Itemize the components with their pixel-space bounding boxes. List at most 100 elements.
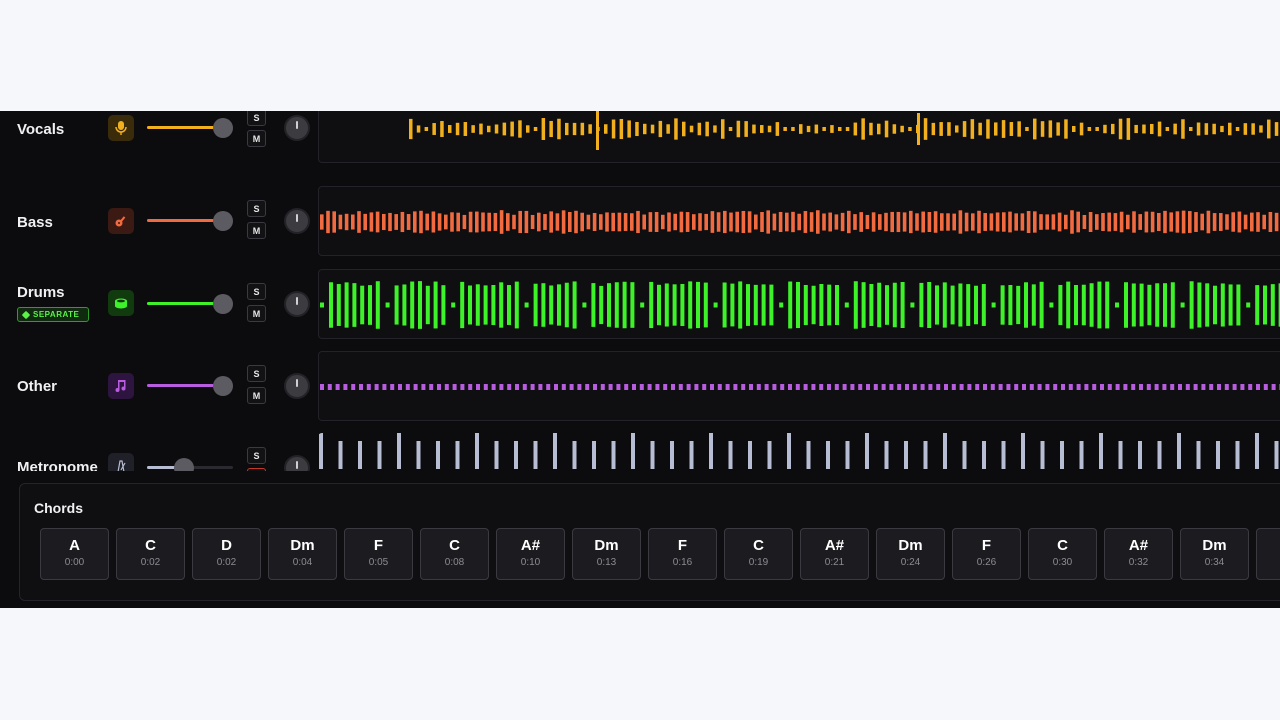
waveform-bar (970, 119, 975, 139)
chord-chip[interactable]: A 0:00 (40, 528, 109, 580)
pan-knob[interactable] (284, 208, 310, 234)
chord-chip[interactable]: Dm 0:34 (1180, 528, 1249, 580)
waveform-lane[interactable] (318, 269, 1280, 339)
solo-button[interactable]: S (247, 283, 266, 300)
waveform-bar (741, 384, 746, 390)
mute-button[interactable] (247, 468, 266, 471)
chord-chip[interactable]: C 0:30 (1028, 528, 1097, 580)
volume-slider[interactable] (147, 458, 233, 471)
waveform-bar (890, 211, 894, 233)
waveform-bar (835, 285, 839, 325)
waveform-bar (385, 302, 390, 308)
volume-knob[interactable] (213, 118, 233, 138)
solo-button[interactable]: S (247, 200, 266, 217)
waveform-bar (642, 214, 646, 230)
pan-knob[interactable] (284, 291, 310, 317)
waveform-bar (679, 211, 684, 233)
waveform-bar (819, 284, 824, 326)
solo-button[interactable]: S (247, 447, 266, 464)
chord-chip[interactable]: F 0:26 (952, 528, 1021, 580)
waveform-bar (1196, 441, 1201, 469)
waveform-bar (338, 441, 343, 469)
chord-chip[interactable]: C 0:19 (724, 528, 793, 580)
solo-button[interactable]: S (247, 365, 266, 382)
chord-time: 0:02 (140, 557, 161, 568)
waveform-bar (320, 302, 324, 308)
waveform (320, 384, 1280, 390)
waveform-bar (705, 121, 709, 137)
waveform-bar (1246, 302, 1251, 308)
waveform-bar (869, 283, 874, 327)
chord-chip[interactable]: C 0:02 (116, 528, 185, 580)
pan-knob[interactable] (284, 115, 310, 141)
volume-slider[interactable] (147, 376, 233, 396)
waveform-bar (413, 384, 418, 390)
waveform-bar (834, 384, 839, 390)
waveform-bar (352, 283, 357, 327)
chord-name: F (677, 537, 688, 554)
waveform-bar (1240, 384, 1245, 390)
waveform-bar (1099, 433, 1103, 469)
mute-button[interactable]: M (247, 222, 266, 239)
waveform-bar (1189, 127, 1193, 131)
solo-button[interactable]: S (247, 111, 266, 126)
chord-chip[interactable]: F 0:05 (344, 528, 413, 580)
waveform-bar (592, 441, 596, 469)
waveform-bar (546, 384, 551, 390)
waveform-lane[interactable] (318, 351, 1280, 421)
waveform-bar (877, 123, 881, 135)
chord-chip[interactable]: Dm 0:13 (572, 528, 641, 580)
waveform-lane[interactable] (318, 433, 1280, 471)
waveform-bar (1213, 285, 1217, 325)
chord-chip[interactable]: A# 0:21 (800, 528, 869, 580)
waveform-bar (828, 212, 832, 232)
chord-name: A (69, 537, 80, 554)
waveform-bar (617, 212, 622, 232)
waveform-bar (1111, 123, 1115, 135)
waveform-bar (377, 441, 382, 469)
waveform-bar (522, 384, 527, 390)
waveform-bar (1165, 127, 1170, 131)
waveform-bar (388, 212, 392, 232)
waveform-bar (783, 127, 787, 131)
volume-slider[interactable] (147, 118, 233, 138)
separate-button[interactable]: SEPARATE (17, 307, 89, 322)
chord-chip[interactable]: D 0:02 (192, 528, 261, 580)
mute-button[interactable]: M (247, 387, 266, 404)
chord-chip[interactable] (1256, 528, 1280, 580)
volume-slider[interactable] (147, 211, 233, 231)
pan-knob[interactable] (284, 373, 310, 399)
volume-knob[interactable] (174, 458, 194, 471)
chord-chip[interactable]: A# 0:10 (496, 528, 565, 580)
waveform-bar (672, 284, 677, 326)
waveform-bar (842, 384, 847, 390)
waveform-bar (1105, 281, 1110, 329)
waveform-lane[interactable] (318, 111, 1280, 163)
chord-name: A# (520, 537, 541, 554)
pan-knob[interactable] (284, 455, 310, 471)
chord-chip[interactable]: Dm 0:04 (268, 528, 337, 580)
chord-chip[interactable]: C 0:08 (420, 528, 489, 580)
volume-knob[interactable] (213, 294, 233, 314)
chord-chip[interactable]: Dm 0:24 (876, 528, 945, 580)
waveform-bar (1138, 441, 1142, 469)
waveform-bar (767, 441, 772, 469)
chord-name: C (753, 537, 764, 554)
waveform-lane[interactable] (318, 186, 1280, 256)
waveform-bar (1271, 384, 1276, 390)
chord-chip[interactable]: A# 0:32 (1104, 528, 1173, 580)
waveform-bar (1169, 212, 1173, 232)
waveform-bar (1072, 125, 1076, 133)
waveform-bar (1194, 212, 1198, 232)
chord-time: 0:19 (748, 557, 769, 568)
volume-knob[interactable] (213, 211, 233, 231)
volume-knob[interactable] (213, 376, 233, 396)
volume-slider[interactable] (147, 294, 233, 314)
waveform-bar (499, 384, 504, 390)
waveform-bar (655, 384, 660, 390)
mute-button[interactable]: M (247, 305, 266, 322)
waveform-bar (1087, 127, 1092, 131)
mute-button[interactable]: M (247, 130, 266, 147)
chord-chip[interactable]: F 0:16 (648, 528, 717, 580)
chord-name: C (1057, 537, 1068, 554)
